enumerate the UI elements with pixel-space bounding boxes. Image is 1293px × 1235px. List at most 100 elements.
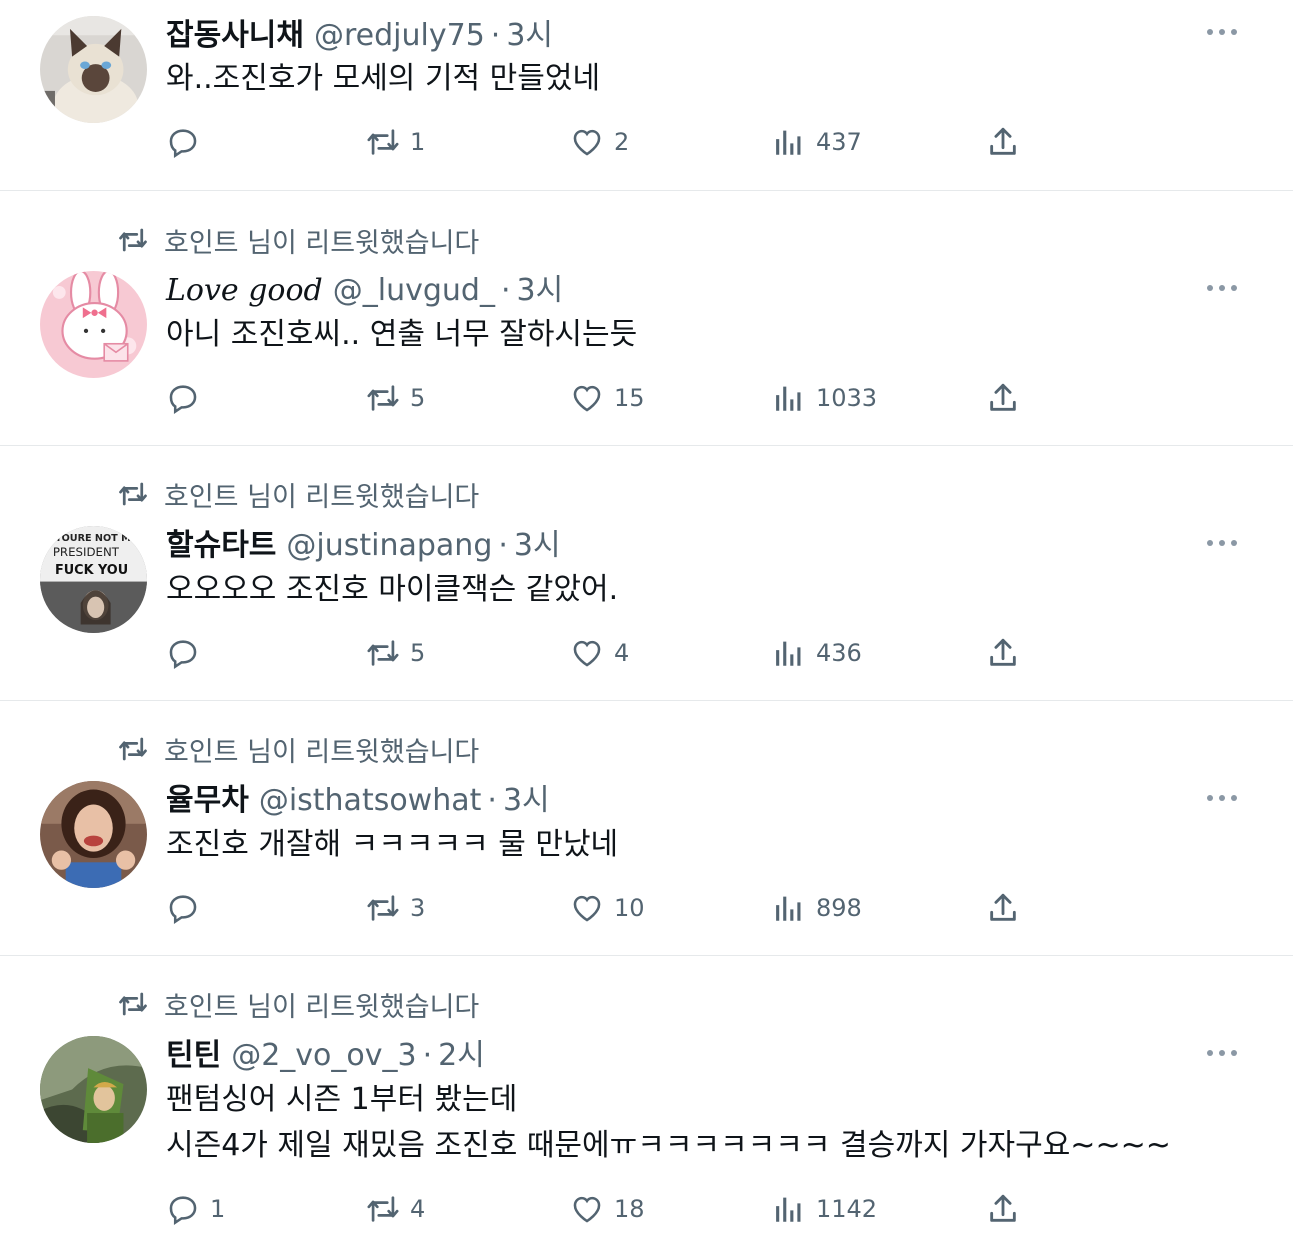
like-button[interactable]: 4	[570, 635, 629, 671]
views-button[interactable]: 437	[772, 124, 862, 160]
retweet-button[interactable]: 1	[366, 124, 425, 160]
user-handle[interactable]: @redjuly75	[314, 18, 485, 53]
separator-dot: ·	[500, 273, 511, 308]
reply-icon	[169, 1196, 197, 1225]
display-name[interactable]: 율무차	[166, 775, 249, 819]
retweet-icon	[119, 992, 147, 1016]
like-count: 15	[614, 384, 645, 412]
green-hooded-game-character-avatar	[40, 1036, 147, 1143]
views-button[interactable]: 1142	[772, 1191, 877, 1227]
tweet-card[interactable]: 호인트 님이 리트윗했습니다 Love good @_luvgud_ · 3시 …	[0, 191, 1293, 446]
share-upload-icon	[990, 893, 1016, 921]
reply-button[interactable]: 1	[166, 1191, 225, 1227]
more-options-icon[interactable]	[1207, 793, 1237, 803]
display-name[interactable]: 할슈타트	[166, 520, 276, 564]
views-button[interactable]: 436	[772, 635, 862, 671]
timeline-feed: 잡동사니채 @redjuly75 · 3시 와..조진호가 모세의 기적 만들었…	[0, 0, 1293, 1235]
share-button[interactable]	[986, 124, 1030, 160]
separator-dot: ·	[490, 18, 501, 53]
reply-button[interactable]	[166, 635, 210, 671]
display-name[interactable]: 틴틴	[166, 1030, 221, 1074]
retweet-context[interactable]: 호인트 님이 리트윗했습니다	[116, 732, 479, 768]
share-button[interactable]	[986, 380, 1030, 416]
heart-icon	[573, 895, 601, 922]
tweet-header: 할슈타트 @justinapang · 3시	[166, 520, 561, 563]
tweet-card[interactable]: 호인트 님이 리트윗했습니다 틴틴 @2_vo_ov_3 · 2시 팬텀싱어 시…	[0, 956, 1293, 1235]
timestamp[interactable]: 2시	[438, 1030, 485, 1074]
views-chart-icon	[776, 641, 801, 666]
share-button[interactable]	[986, 890, 1030, 926]
views-chart-icon	[776, 386, 801, 411]
user-handle[interactable]: @isthatsowhat	[259, 783, 482, 818]
more-options-icon[interactable]	[1207, 283, 1237, 293]
avatar[interactable]: YOURE NOT MY PRESIDENT FUCK YOU	[40, 526, 147, 633]
smiling-woman-thumbs-up-avatar	[40, 781, 147, 888]
separator-dot: ·	[422, 1038, 433, 1073]
views-button[interactable]: 898	[772, 890, 862, 926]
heart-icon	[573, 1196, 601, 1223]
avatar[interactable]	[40, 271, 147, 378]
share-button[interactable]	[986, 1191, 1030, 1227]
retweet-icon	[119, 737, 147, 761]
user-handle[interactable]: @justinapang	[286, 528, 492, 563]
more-options-icon[interactable]	[1207, 538, 1237, 548]
like-count: 18	[614, 1195, 645, 1223]
timestamp[interactable]: 3시	[503, 775, 550, 819]
like-button[interactable]: 15	[570, 380, 645, 416]
retweet-icon	[367, 1196, 399, 1222]
timestamp[interactable]: 3시	[514, 520, 561, 564]
retweet-icon	[367, 129, 399, 155]
reply-button[interactable]	[166, 124, 210, 160]
tweet-card[interactable]: 잡동사니채 @redjuly75 · 3시 와..조진호가 모세의 기적 만들었…	[0, 0, 1293, 191]
retweet-icon	[119, 482, 147, 506]
retweet-button[interactable]: 5	[366, 635, 425, 671]
avatar[interactable]	[40, 16, 147, 123]
tweet-actions: 1 2 437	[166, 124, 1026, 160]
user-handle[interactable]: @_luvgud_	[333, 273, 495, 308]
retweet-context-label: 호인트 님이 리트윗했습니다	[164, 991, 480, 1023]
retweet-button[interactable]: 3	[366, 890, 425, 926]
avatar-sign-line-2: PRESIDENT	[53, 545, 120, 559]
reply-icon	[169, 640, 197, 669]
user-handle[interactable]: @2_vo_ov_3	[231, 1038, 416, 1073]
timestamp[interactable]: 3시	[506, 10, 553, 54]
tweet-actions: 5 15 1033	[166, 380, 1026, 416]
tweet-header: 율무차 @isthatsowhat · 3시	[166, 775, 550, 818]
view-count: 1142	[816, 1195, 878, 1223]
display-name[interactable]: 잡동사니채	[166, 10, 304, 54]
reply-button[interactable]	[166, 890, 210, 926]
retweet-button[interactable]: 4	[366, 1191, 425, 1227]
reply-button[interactable]	[166, 380, 210, 416]
pink-bunny-character-avatar	[40, 271, 147, 378]
tweet-text: 팬텀싱어 시즌 1부터 봤는데 시즌4가 제일 재밌음 조진호 때문에ㅠㅋㅋㅋㅋ…	[166, 1082, 1171, 1163]
like-button[interactable]: 18	[570, 1191, 645, 1227]
more-options-icon[interactable]	[1207, 27, 1237, 37]
retweet-count: 5	[410, 639, 426, 667]
retweet-context[interactable]: 호인트 님이 리트윗했습니다	[116, 987, 480, 1023]
tweet-header: 틴틴 @2_vo_ov_3 · 2시	[166, 1030, 485, 1073]
like-button[interactable]: 2	[570, 124, 629, 160]
separator-dot: ·	[498, 528, 508, 563]
like-button[interactable]: 10	[570, 890, 645, 926]
views-button[interactable]: 1033	[772, 380, 877, 416]
tweet-text: 조진호 개잘해 ㅋㅋㅋㅋㅋ 물 만났네	[166, 827, 619, 862]
avatar-sign-line-1: YOURE NOT MY	[54, 533, 139, 544]
tweet-header: Love good @_luvgud_ · 3시	[166, 265, 563, 308]
retweet-context[interactable]: 호인트 님이 리트윗했습니다	[116, 477, 479, 513]
reply-count: 1	[210, 1195, 226, 1223]
tweet-text: 와..조진호가 모세의 기적 만들었네	[166, 61, 601, 96]
avatar[interactable]	[40, 781, 147, 888]
avatar[interactable]	[40, 1036, 147, 1143]
timestamp[interactable]: 3시	[517, 265, 564, 309]
share-upload-icon	[990, 1194, 1016, 1222]
tweet-actions: 3 10 898	[166, 890, 1026, 926]
view-count: 437	[816, 128, 862, 156]
tweet-card[interactable]: 호인트 님이 리트윗했습니다 YOURE NOT MY PRESIDENT FU…	[0, 446, 1293, 701]
display-name[interactable]: Love good	[166, 273, 323, 308]
tweet-card[interactable]: 호인트 님이 리트윗했습니다 율무차 @isthatsowhat · 3시 조진…	[0, 701, 1293, 956]
share-button[interactable]	[986, 635, 1030, 671]
retweet-button[interactable]: 5	[366, 380, 425, 416]
more-options-icon[interactable]	[1207, 1048, 1237, 1058]
view-count: 898	[816, 894, 862, 922]
retweet-context[interactable]: 호인트 님이 리트윗했습니다	[116, 223, 479, 259]
